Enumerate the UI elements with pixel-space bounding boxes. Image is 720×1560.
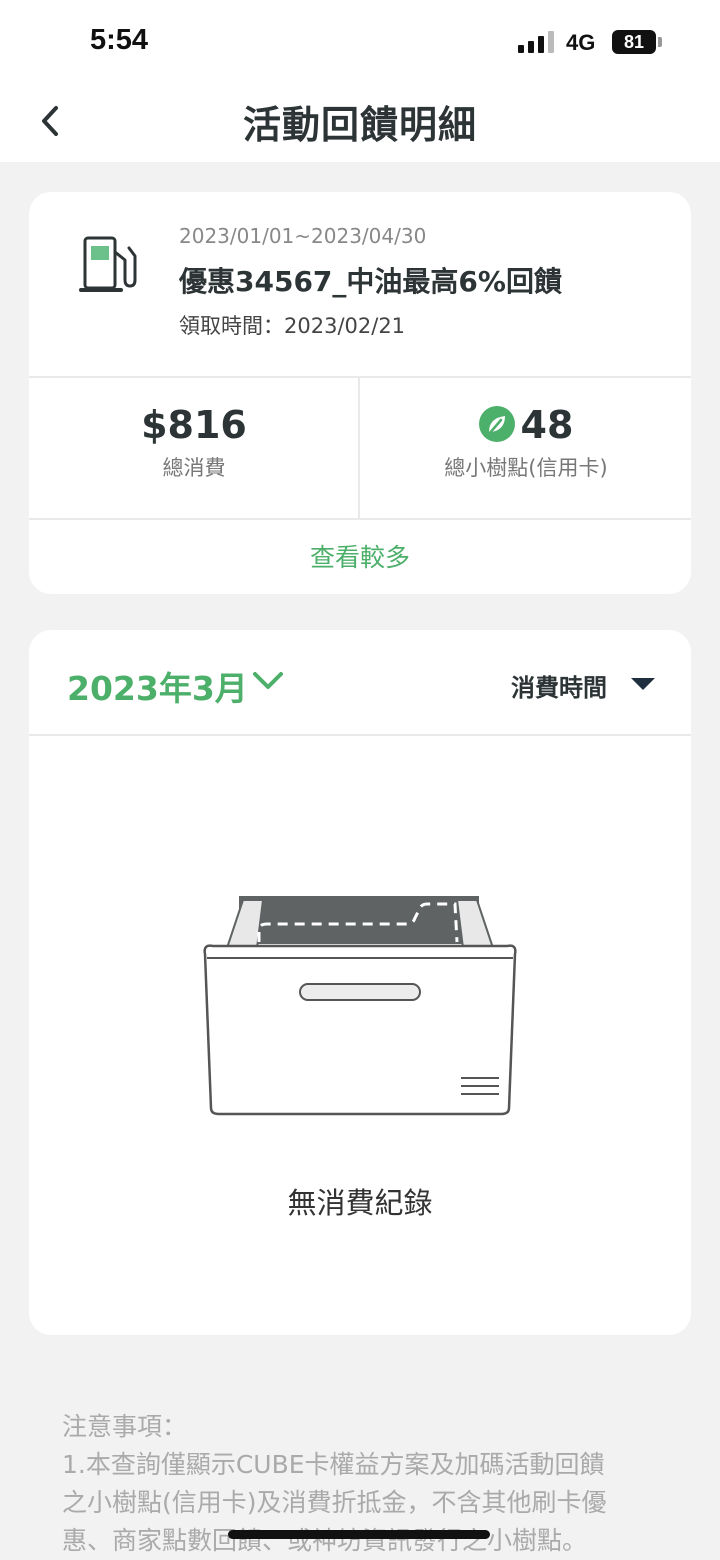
empty-box-icon [203, 896, 517, 1116]
view-more-link[interactable]: 查看較多 [29, 538, 691, 574]
leaf-icon [478, 406, 515, 442]
promotion-title: 優惠34567_中油最高6%回饋 [179, 265, 562, 298]
month-selector[interactable]: 2023年3月 [67, 662, 248, 710]
total-spend-value: $816 [141, 403, 247, 447]
divider [29, 376, 691, 378]
total-spend-label: 總消費 [162, 456, 226, 480]
empty-state-text: 無消費紀錄 [287, 1186, 433, 1220]
page-title: 活動回饋明細 [242, 103, 477, 147]
notes-line: 惠、商家點數回饋、或神坊資訊發行之小樹點。 [62, 1526, 588, 1555]
caret-down-icon[interactable] [630, 676, 656, 692]
battery-tip [658, 37, 662, 47]
total-points: 48 總小樹點(信用卡) [361, 402, 691, 482]
transactions-card: 2023年3月 消費時間 無消費紀錄 [29, 630, 691, 1335]
points-value: 48 [520, 403, 574, 447]
chevron-down-icon[interactable] [251, 666, 285, 696]
date-range: 2023/01/01~2023/04/30 [179, 224, 427, 248]
divider [29, 518, 691, 520]
notes-line: 之小樹點(信用卡)及消費折抵金，不含其他刷卡優 [62, 1488, 607, 1517]
home-indicator [228, 1530, 490, 1539]
signal-icon [518, 31, 556, 53]
sort-selector[interactable]: 消費時間 [511, 668, 607, 703]
network-type: 4G [566, 30, 596, 55]
divider [29, 734, 691, 736]
status-bar: 5:54 4G 81 [0, 0, 720, 80]
receive-time: 領取時間：2023/02/21 [179, 314, 406, 338]
points-label: 總小樹點(信用卡) [444, 456, 608, 480]
nav-bar: 活動回饋明細 [0, 80, 720, 162]
notes-heading: 注意事項： [62, 1412, 188, 1441]
battery-icon: 81 [612, 30, 656, 54]
status-time: 5:54 [90, 24, 149, 56]
total-spend: $816 總消費 [29, 402, 359, 482]
gas-pump-icon [79, 236, 137, 292]
notes-line: 1.本查詢僅顯示CUBE卡權益方案及加碼活動回饋 [62, 1450, 605, 1479]
promotion-card: 2023/01/01~2023/04/30 優惠34567_中油最高6%回饋 領… [29, 192, 691, 594]
